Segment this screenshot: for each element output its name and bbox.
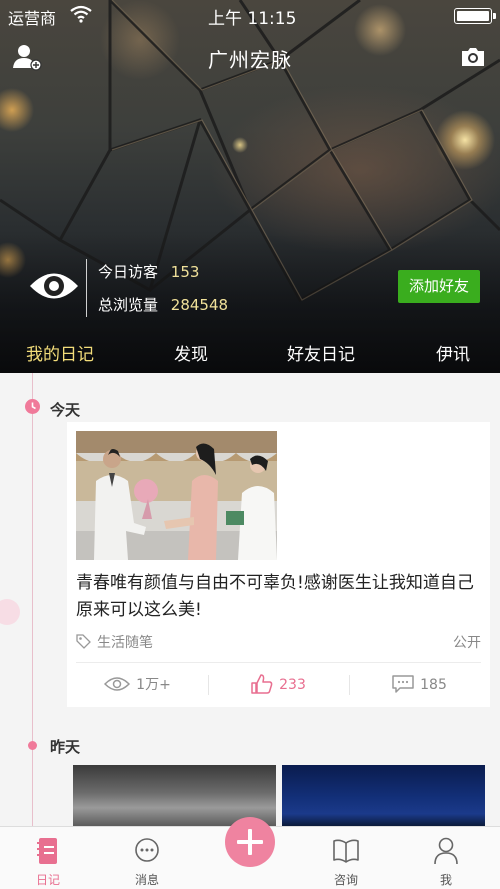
bottom-tab-label: 日记 xyxy=(35,873,60,887)
like-button[interactable]: 233 xyxy=(208,663,349,707)
diary-photo-thumbnail[interactable] xyxy=(282,765,485,826)
today-visitors-count: 153 xyxy=(170,263,200,281)
comments-count: 185 xyxy=(420,677,447,693)
diary-card[interactable]: 青春唯有颜值与自由不可辜负!感谢医生让我知道自己原来可以这么美! 生活随笔 公开… xyxy=(67,422,490,707)
bottom-tab-bar: 日记 消息 咨询 我 xyxy=(0,817,500,889)
total-views: 总浏览量 284548 xyxy=(98,294,228,315)
diary-stats: 1万+ 233 185 xyxy=(67,663,490,707)
likes-count: 233 xyxy=(279,677,306,693)
bottom-tab-me[interactable]: 我 xyxy=(406,827,486,889)
clock-icon xyxy=(25,399,40,414)
thumbs-up-icon xyxy=(251,673,273,694)
nav-bar: 广州宏脉 xyxy=(0,38,500,78)
tab-news[interactable]: 伊讯 xyxy=(436,340,470,365)
total-views-count: 284548 xyxy=(170,296,229,314)
person-icon xyxy=(434,837,458,865)
new-diary-button[interactable] xyxy=(225,817,275,867)
page-title: 广州宏脉 xyxy=(208,48,292,72)
tab-friend-diary[interactable]: 好友日记 xyxy=(287,340,355,365)
wifi-icon xyxy=(70,5,92,23)
today-visitors-label: 今日访客 xyxy=(98,263,159,281)
tab-my-diary[interactable]: 我的日记 xyxy=(26,340,94,365)
views-count: 1万+ xyxy=(136,677,171,693)
diary-feed[interactable]: 今天 青春唯有颜值与自由不可辜负!感谢医生让我知道自己原来可以这么美! 生活随笔… xyxy=(0,373,500,826)
status-time: 上午 11:15 xyxy=(208,9,297,29)
diary-icon xyxy=(37,838,57,864)
bottom-tab-messages[interactable]: 消息 xyxy=(107,827,187,889)
message-icon xyxy=(135,838,159,862)
comment-button[interactable]: 185 xyxy=(349,663,490,707)
book-icon xyxy=(333,839,359,863)
bottom-tab-label: 咨询 xyxy=(333,873,358,887)
tag-icon xyxy=(76,634,91,649)
battery-icon xyxy=(454,8,496,24)
diary-photo[interactable] xyxy=(76,431,277,560)
views-stat: 1万+ xyxy=(67,663,208,707)
today-visitors: 今日访客 153 xyxy=(98,261,199,282)
diary-text[interactable]: 青春唯有颜值与自由不可辜负!感谢医生让我知道自己原来可以这么美! xyxy=(76,570,484,624)
bottom-tab-consult[interactable]: 咨询 xyxy=(306,827,386,889)
status-bar: 运营商 上午 11:15 xyxy=(0,0,500,30)
bottom-tab-label: 消息 xyxy=(134,873,159,887)
top-tabs: 我的日记 发现 好友日记 伊讯 xyxy=(0,336,500,370)
eye-outline-icon xyxy=(104,676,131,691)
diary-meta: 生活随笔 公开 xyxy=(76,632,481,652)
diary-category[interactable]: 生活随笔 xyxy=(97,632,153,652)
carrier-label: 运营商 xyxy=(8,9,57,28)
date-yesterday: 昨天 xyxy=(50,738,81,756)
bottom-tab-diary[interactable]: 日记 xyxy=(8,827,88,889)
eye-icon xyxy=(30,273,78,299)
add-friend-button[interactable]: 添加好友 xyxy=(398,270,480,303)
profile-hero: 运营商 上午 11:15 广州宏脉 今日访客 153 总浏览量 284548 添… xyxy=(0,0,500,373)
timeline-line xyxy=(32,373,33,826)
privacy-label: 公开 xyxy=(453,635,481,651)
comment-icon xyxy=(392,674,414,693)
timeline-dot xyxy=(28,741,37,750)
total-views-label: 总浏览量 xyxy=(98,296,159,314)
date-today: 今天 xyxy=(50,401,81,419)
camera-icon[interactable] xyxy=(460,46,486,68)
tab-discover[interactable]: 发现 xyxy=(174,340,208,365)
bottom-tab-label: 我 xyxy=(439,873,452,887)
watermark-logo xyxy=(0,599,20,625)
visitor-divider xyxy=(86,259,87,317)
